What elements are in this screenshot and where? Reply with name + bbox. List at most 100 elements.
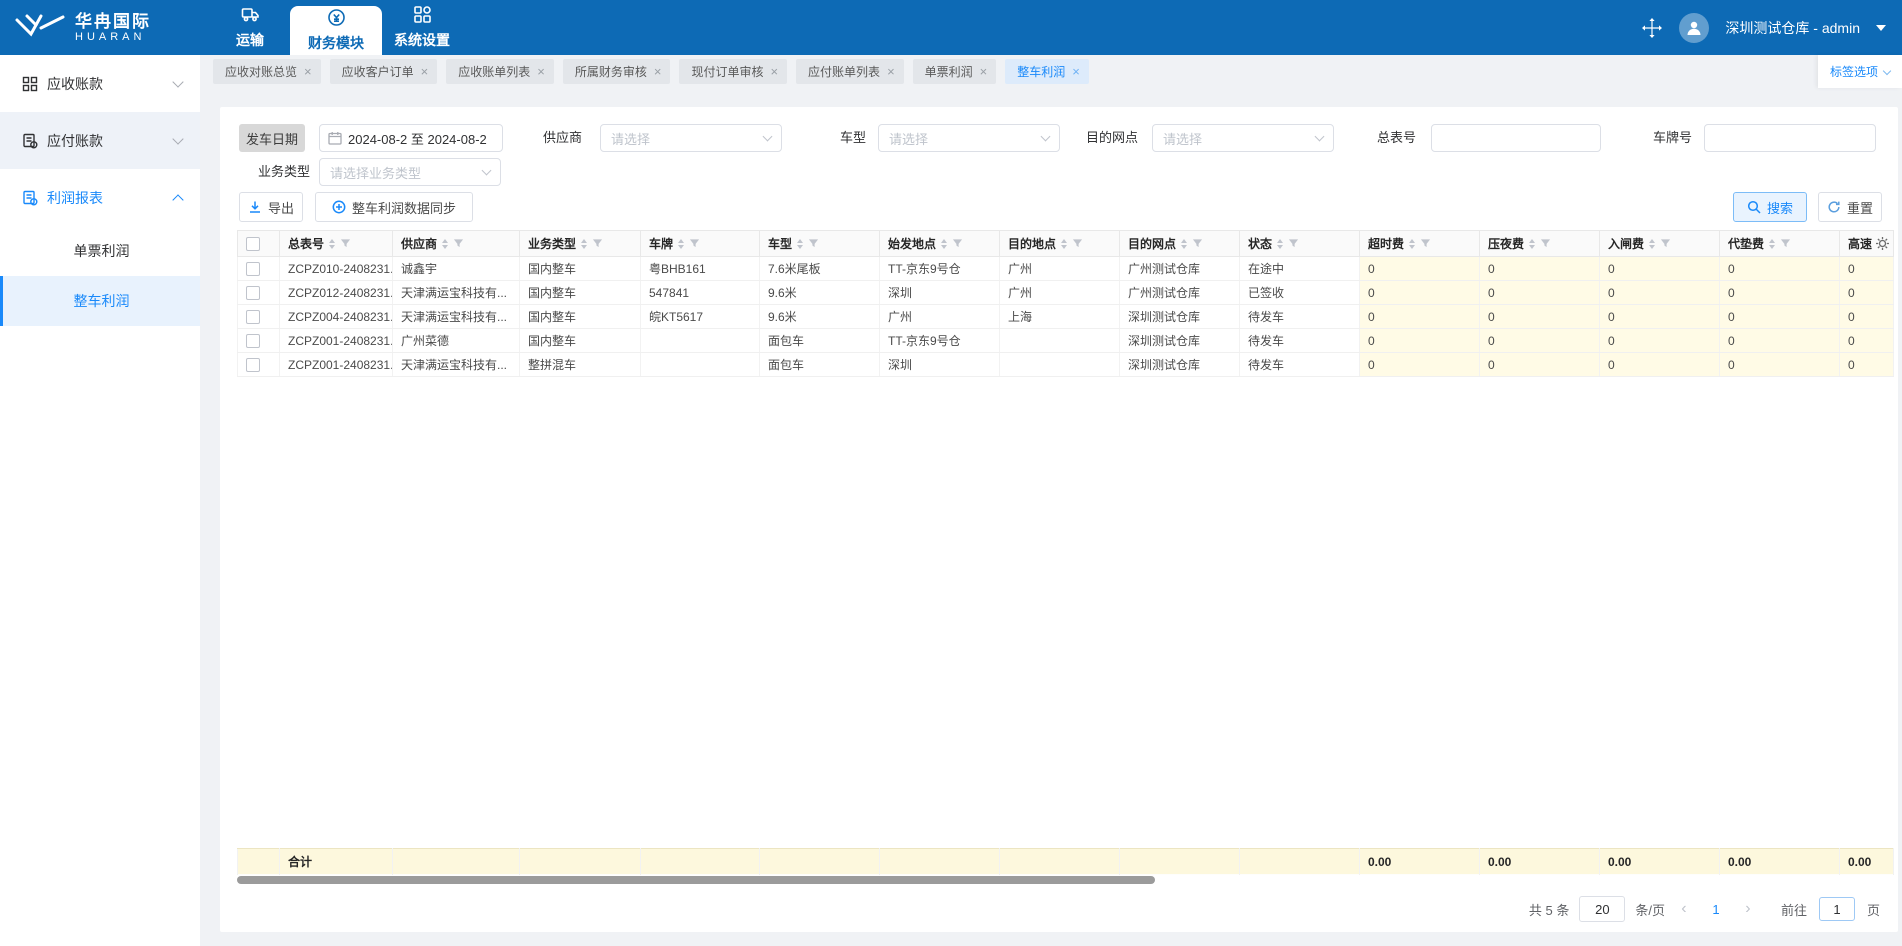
row-checkbox[interactable] (246, 261, 260, 276)
column-header-supplier[interactable]: 供应商 (392, 230, 520, 257)
depart-date-toggle-button[interactable]: 发车日期 (239, 124, 305, 152)
tab-close-icon[interactable]: × (654, 65, 662, 78)
sidebar-item-receivables[interactable]: 应收账款 (0, 55, 200, 112)
filter-funnel-icon[interactable] (592, 238, 603, 249)
filter-funnel-icon[interactable] (952, 238, 963, 249)
current-page-button[interactable]: 1 (1703, 902, 1729, 917)
goto-page-input[interactable] (1818, 897, 1855, 921)
dest-branch-select[interactable]: 请选择 (1152, 124, 1334, 152)
tab-payable-bill-list[interactable]: 应付账单列表 × (796, 59, 904, 84)
sort-carets-icon[interactable] (678, 238, 685, 249)
table-row[interactable]: ZCPZ001-2408231... 天津满运宝科技有... 整拼混车 面包车 深圳 深圳… (237, 352, 1894, 377)
row-checkbox[interactable] (246, 285, 260, 300)
filter-funnel-icon[interactable] (1780, 238, 1791, 249)
column-header-overtime_fee[interactable]: 超时费 (1359, 230, 1480, 257)
sort-carets-icon[interactable] (442, 238, 449, 249)
sort-carets-icon[interactable] (941, 238, 948, 249)
column-header-master_no[interactable]: 总表号 (279, 230, 393, 257)
column-settings-gear-icon[interactable] (1875, 236, 1890, 251)
sort-carets-icon[interactable] (1061, 238, 1068, 249)
page-size-input[interactable] (1579, 896, 1626, 922)
sort-carets-icon[interactable] (1769, 238, 1776, 249)
filter-funnel-icon[interactable] (808, 238, 819, 249)
filter-funnel-icon[interactable] (1072, 238, 1083, 249)
column-header-overnight_fee[interactable]: 压夜费 (1479, 230, 1600, 257)
sidebar-subitem-label: 整车利润 (73, 293, 130, 309)
table-row[interactable]: ZCPZ010-2408231... 诚鑫宇 国内整车 粤BHB161 7.6米尾板 TT… (237, 256, 1894, 281)
sort-carets-icon[interactable] (1649, 238, 1656, 249)
search-button[interactable]: 搜索 (1733, 192, 1807, 222)
nav-item-finance[interactable]: 财务模块 (290, 6, 382, 55)
master-no-input[interactable] (1440, 130, 1592, 146)
sort-carets-icon[interactable] (581, 238, 588, 249)
column-header-vehicle_type[interactable]: 车型 (759, 230, 880, 257)
horizontal-scrollbar (237, 875, 1893, 886)
filter-funnel-icon[interactable] (340, 238, 351, 249)
tab-cash-order-review[interactable]: 现付订单审核 × (679, 59, 788, 84)
filter-funnel-icon[interactable] (1540, 238, 1551, 249)
sort-carets-icon[interactable] (329, 238, 336, 249)
tab-single-ticket-profit[interactable]: 单票利润 × (912, 59, 997, 84)
tab-close-icon[interactable]: × (304, 65, 312, 78)
column-header-destination[interactable]: 目的地点 (999, 230, 1120, 257)
sidebar-item-profit-reports[interactable]: 利润报表 (0, 169, 200, 226)
sort-carets-icon[interactable] (1409, 238, 1416, 249)
horizontal-scrollbar-thumb[interactable] (237, 876, 1155, 884)
filter-funnel-icon[interactable] (1192, 238, 1203, 249)
nav-item-settings[interactable]: 系统设置 (382, 0, 462, 55)
row-checkbox[interactable] (246, 333, 260, 348)
filter-funnel-icon[interactable] (453, 238, 464, 249)
supplier-select[interactable]: 请选择 (600, 124, 782, 152)
current-user-label[interactable]: 深圳测试仓库 - admin (1725, 18, 1860, 38)
next-page-button[interactable]: › (1739, 901, 1757, 917)
tab-close-icon[interactable]: × (770, 65, 778, 78)
filter-funnel-icon[interactable] (1660, 238, 1671, 249)
column-header-origin[interactable]: 始发地点 (879, 230, 1000, 257)
column-header-dest_branch[interactable]: 目的网点 (1119, 230, 1240, 257)
select-all-checkbox[interactable] (246, 236, 260, 251)
sort-carets-icon[interactable] (1277, 238, 1284, 249)
tab-options-button[interactable]: 标签选项 (1817, 55, 1902, 88)
tab-receivable-reconcile-overview[interactable]: 应收对账总览 × (213, 59, 321, 84)
tab-close-icon[interactable]: × (537, 65, 545, 78)
filter-funnel-icon[interactable] (1288, 238, 1299, 249)
filter-funnel-icon[interactable] (689, 238, 700, 249)
table-row[interactable]: ZCPZ012-2408231... 天津满运宝科技有... 国内整车 547841 9… (237, 280, 1894, 305)
plate-no-input[interactable] (1713, 130, 1867, 146)
tab-close-icon[interactable]: × (1072, 65, 1080, 78)
move-icon[interactable] (1641, 17, 1663, 39)
table-row[interactable]: ZCPZ004-2408231... 天津满运宝科技有... 国内整车 皖KT5617… (237, 304, 1894, 329)
tab-finance-review[interactable]: 所属财务审核 × (562, 59, 671, 84)
column-header-plate[interactable]: 车牌 (640, 230, 760, 257)
tab-vehicle-profit[interactable]: 整车利润 × (1005, 59, 1089, 84)
column-header-gate_fee[interactable]: 入闸费 (1599, 230, 1720, 257)
prev-page-button[interactable]: ‹ (1675, 901, 1693, 917)
column-header-advance_fee[interactable]: 代垫费 (1719, 230, 1840, 257)
column-header-business_type[interactable]: 业务类型 (519, 230, 641, 257)
sort-carets-icon[interactable] (1181, 238, 1188, 249)
sort-carets-icon[interactable] (797, 238, 804, 249)
sidebar-subitem-vehicle-profit[interactable]: 整车利润 (0, 276, 200, 326)
export-button[interactable]: 导出 (239, 192, 303, 222)
tab-close-icon[interactable]: × (887, 65, 895, 78)
row-checkbox[interactable] (246, 309, 260, 324)
user-menu-caret-icon[interactable] (1876, 24, 1886, 31)
nav-item-transport[interactable]: 运输 (210, 0, 290, 55)
vehicle-type-select[interactable]: 请选择 (878, 124, 1060, 152)
tab-close-icon[interactable]: × (980, 65, 988, 78)
tab-receivable-customer-orders[interactable]: 应收客户订单 × (329, 59, 438, 84)
sidebar-item-payables[interactable]: 应付账款 (0, 112, 200, 169)
sort-carets-icon[interactable] (1529, 238, 1536, 249)
business-type-select[interactable]: 请选择业务类型 (319, 158, 501, 186)
depart-date-range-input[interactable]: 2024-08-2 至 2024-08-2 (319, 124, 503, 152)
sidebar-subitem-single-ticket-profit[interactable]: 单票利润 (0, 226, 200, 276)
row-checkbox[interactable] (246, 357, 260, 372)
tab-close-icon[interactable]: × (421, 65, 429, 78)
tab-receivable-bill-list[interactable]: 应收账单列表 × (446, 59, 554, 84)
filter-funnel-icon[interactable] (1420, 238, 1431, 249)
column-header-status[interactable]: 状态 (1239, 230, 1360, 257)
user-avatar[interactable] (1679, 12, 1710, 43)
sync-vehicle-profit-button[interactable]: 整车利润数据同步 (315, 192, 473, 222)
reset-button[interactable]: 重置 (1818, 192, 1882, 222)
table-row[interactable]: ZCPZ001-2408231... 广州菜德 国内整车 面包车 TT-京东9号仓 深圳测… (237, 328, 1894, 353)
